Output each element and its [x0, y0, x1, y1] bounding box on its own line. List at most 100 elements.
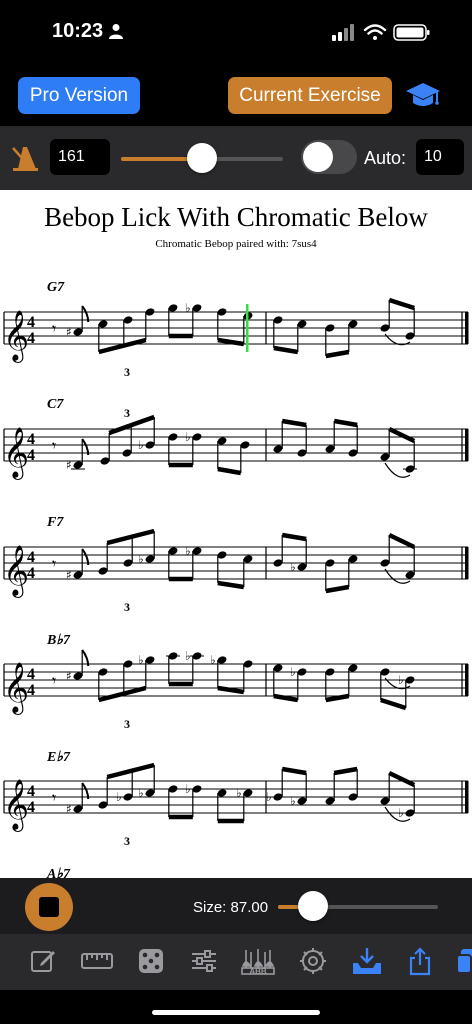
download-tray-icon[interactable] [350, 946, 384, 976]
beam [388, 770, 416, 788]
treble-clef: 𝄞 [3, 662, 29, 715]
beam [281, 766, 307, 776]
ruler-icon[interactable] [80, 946, 114, 976]
edit-icon[interactable] [28, 946, 58, 976]
controls-bar: 161 Auto: 10 [0, 126, 472, 190]
staff-system: 𝄞44 𝄾 ♯ ♭ ♭ 3 [3, 407, 469, 480]
beam [217, 337, 245, 347]
sliders-icon[interactable] [189, 946, 219, 976]
graduation-cap-icon[interactable] [405, 80, 441, 112]
accidental: ♭ [236, 786, 242, 800]
auto-toggle[interactable] [301, 140, 357, 174]
time-signature-bottom: 4 [27, 330, 35, 347]
svg-text:ABB: ABB [249, 967, 267, 976]
dice-icon[interactable] [136, 946, 166, 976]
beam [388, 532, 416, 550]
tempo-field[interactable]: 161 [50, 139, 110, 175]
final-barline-thick [465, 312, 469, 344]
beam [333, 418, 358, 428]
beam [380, 697, 407, 711]
stop-icon [39, 897, 59, 917]
final-barline-thick [465, 429, 469, 461]
accidental: ♭ [290, 560, 296, 574]
accidental: ♯ [66, 458, 72, 472]
accidental: ♭ [398, 673, 404, 687]
signal-icon [332, 24, 354, 41]
staff-system: 𝄞44 𝄾 ♯ ♭ ♭ ♭ ♭ ♭ ♭ ♭ 3 [3, 762, 469, 848]
time-signature-top: 4 [27, 314, 35, 331]
accidental: ♭ [290, 665, 296, 679]
status-icons [332, 24, 430, 41]
beam [217, 685, 245, 695]
accidental: ♯ [66, 325, 72, 339]
current-exercise-button[interactable]: Current Exercise [228, 77, 392, 114]
accidental: ♭ [138, 552, 144, 566]
playhead-cursor [246, 304, 249, 352]
beam [281, 532, 307, 542]
staff-system: 𝄞44 𝄾 ♯ ♭ 3 [3, 297, 469, 379]
beam [281, 418, 307, 428]
staff-system: 𝄞44 𝄾 ♯ ♭ ♭ ♭ 3 [3, 528, 469, 614]
beam [98, 337, 147, 355]
beam [273, 693, 299, 703]
time-signature-top: 4 [27, 549, 35, 566]
beam [325, 584, 350, 594]
accidental: ♭ [138, 786, 144, 800]
tempo-slider-thumb[interactable] [187, 143, 217, 173]
beam [106, 762, 155, 780]
staff-system: 𝄞44 𝄾 ♯ ♭ ♭ ♭ ♭ ♭ 3 [3, 649, 469, 731]
sheet-music: Bebop Lick With Chromatic Below Chromati… [0, 190, 472, 878]
wifi-icon [363, 24, 387, 40]
beam [333, 766, 358, 776]
accidental: ♭ [116, 790, 122, 804]
treble-clef: 𝄞 [3, 779, 29, 832]
eighth-rest: 𝄾 [52, 319, 56, 338]
treble-clef: 𝄞 [3, 310, 29, 363]
beam [273, 345, 299, 355]
pro-version-button[interactable]: Pro Version [18, 77, 140, 114]
accidental: ♭ [185, 649, 191, 663]
playback-panel: Size: 87.00 [0, 878, 472, 934]
treble-clef: 𝄞 [3, 545, 29, 598]
accidental: ♭ [138, 653, 144, 667]
battery-icon [393, 24, 430, 41]
size-slider-thumb[interactable] [298, 891, 329, 921]
time-signature-bottom: 4 [27, 447, 35, 464]
instruments-icon[interactable]: ABB [240, 946, 276, 976]
stop-button[interactable] [25, 883, 73, 931]
final-barline-thick [465, 664, 469, 696]
eighth-rest: 𝄾 [52, 436, 56, 455]
tuplet-number: 3 [124, 407, 130, 420]
share-icon[interactable] [405, 946, 435, 976]
accidental: ♭ [398, 806, 404, 820]
time-signature-bottom: 4 [27, 565, 35, 582]
settings-gear-icon[interactable] [298, 946, 328, 976]
eighth-rest: 𝄾 [52, 671, 56, 690]
accidental: ♭ [185, 782, 191, 796]
time-signature-top: 4 [27, 431, 35, 448]
stack-icon[interactable] [455, 946, 472, 976]
home-indicator-area [0, 990, 472, 1024]
bottom-toolbar: ABB [0, 934, 472, 990]
size-label: Size: 87.00 [193, 899, 269, 916]
tuplet-number: 3 [124, 717, 130, 731]
home-indicator [152, 1010, 320, 1015]
status-time: 10:23 [52, 20, 104, 42]
beam [388, 297, 415, 311]
auto-field[interactable]: 10 [416, 139, 464, 175]
tuplet-number: 3 [124, 365, 130, 379]
chord-symbol: A♭7 [47, 867, 70, 878]
beam [325, 349, 350, 359]
metronome-icon[interactable] [10, 142, 40, 172]
accidental: ♭ [185, 430, 191, 444]
accidental: ♭ [185, 544, 191, 558]
accidental: ♯ [66, 802, 72, 816]
tuplet-number: 3 [124, 834, 130, 848]
accidental: ♭ [210, 653, 216, 667]
eighth-rest: 𝄾 [52, 788, 56, 807]
accidental: ♭ [290, 794, 296, 808]
beam [217, 580, 245, 590]
accidental: ♭ [138, 438, 144, 452]
beam [325, 693, 350, 703]
accidental: ♭ [185, 301, 191, 315]
